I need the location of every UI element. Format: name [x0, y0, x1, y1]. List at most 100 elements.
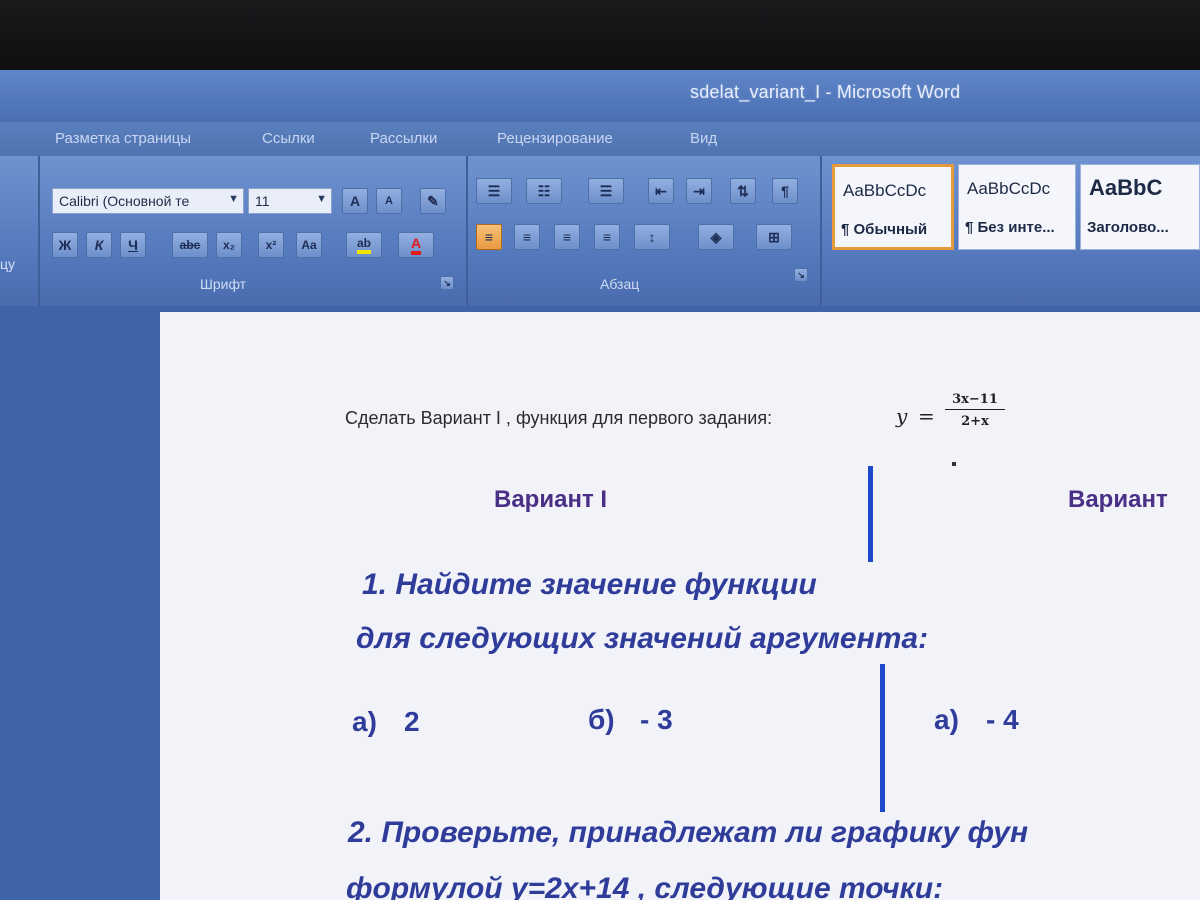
align-left-icon: ≡ — [484, 229, 494, 245]
numbering-icon: ☷ — [537, 182, 551, 199]
grow-font-icon: A — [349, 193, 361, 209]
font-name-value: Calibri (Основной те — [59, 193, 190, 209]
tab-view[interactable]: Вид — [690, 130, 717, 147]
multilevel-list-button[interactable]: ☰ — [588, 178, 624, 204]
strikethrough-button[interactable]: abc — [172, 232, 208, 258]
show-marks-button[interactable]: ¶ — [772, 178, 798, 204]
column-divider-top — [868, 466, 873, 562]
bold-icon: Ж — [58, 237, 72, 253]
decrease-indent-button[interactable]: ⇤ — [648, 178, 674, 204]
shading-button[interactable]: ◈ — [698, 224, 734, 250]
align-left-button[interactable]: ≡ — [476, 224, 502, 250]
tab-page-layout[interactable]: Разметка страницы — [55, 130, 191, 147]
pilcrow-icon: ¶ — [781, 183, 789, 199]
font-dialog-launcher[interactable]: ↘ — [440, 276, 454, 290]
paint-bucket-icon: ◈ — [710, 228, 722, 245]
ribbon-tabs: Разметка страницы Ссылки Рассылки Реценз… — [0, 122, 1200, 156]
increase-indent-button[interactable]: ⇥ — [686, 178, 712, 204]
answer-a-label: а) — [352, 706, 377, 737]
shrink-font-button[interactable]: A — [376, 188, 402, 214]
answer-c-label: а) — [934, 704, 959, 735]
style-normal[interactable]: AaBbCcDc ¶ Обычный — [832, 164, 954, 250]
style-heading-1[interactable]: AaBbC Заголово... — [1080, 164, 1200, 250]
decrease-indent-icon: ⇤ — [655, 182, 667, 199]
grow-font-button[interactable]: A — [342, 188, 368, 214]
group-separator — [820, 156, 822, 306]
answer-a-value: 2 — [404, 706, 420, 737]
style-sample: AaBbCcDc — [843, 181, 927, 200]
italic-button[interactable]: К — [86, 232, 112, 258]
bullets-button[interactable]: ☰ — [476, 178, 512, 204]
strikethrough-icon: abc — [179, 238, 201, 252]
change-case-button[interactable]: Aa — [296, 232, 322, 258]
group-separator — [466, 156, 468, 306]
underline-button[interactable]: Ч — [120, 232, 146, 258]
highlight-color-button[interactable]: ab — [346, 232, 382, 258]
task1-line1: 1. Найдите значение функции — [362, 568, 817, 601]
font-color-icon: A — [410, 235, 422, 255]
chevron-down-icon: ▼ — [316, 193, 327, 205]
line-spacing-icon: ↕ — [648, 229, 656, 245]
intro-text: Сделать Вариант I , функция для первого … — [345, 408, 773, 428]
subscript-button[interactable]: x₂ — [216, 232, 242, 258]
bold-button[interactable]: Ж — [52, 232, 78, 258]
justify-icon: ≡ — [602, 229, 612, 245]
superscript-button[interactable]: x² — [258, 232, 284, 258]
numbering-button[interactable]: ☷ — [526, 178, 562, 204]
ribbon: цу Calibri (Основной те ▼ 11 ▼ A A ✎ Ж К… — [0, 156, 1200, 306]
eraser-icon: ✎ — [427, 192, 439, 209]
font-group-label: Шрифт — [200, 276, 247, 292]
sort-icon: ⇅ — [737, 182, 749, 199]
dialog-launcher-icon: ↘ — [797, 269, 805, 280]
style-name: Заголово... — [1087, 219, 1169, 236]
dialog-launcher-icon: ↘ — [443, 277, 451, 288]
change-case-icon: Aa — [301, 238, 317, 252]
highlighter-icon: ab — [356, 236, 371, 254]
align-center-icon: ≡ — [522, 229, 532, 245]
align-right-button[interactable]: ≡ — [554, 224, 580, 250]
sort-button[interactable]: ⇅ — [730, 178, 756, 204]
justify-button[interactable]: ≡ — [594, 224, 620, 250]
clear-formatting-button[interactable]: ✎ — [420, 188, 446, 214]
variant-1-heading: Вариант I — [494, 486, 608, 513]
font-name-combo[interactable]: Calibri (Основной те ▼ — [52, 188, 244, 214]
chevron-down-icon: ▼ — [228, 193, 239, 205]
formula-fraction: 3x−11 2+x — [945, 392, 1005, 429]
font-color-button[interactable]: A — [398, 232, 434, 258]
style-sample: AaBbC — [1089, 175, 1163, 200]
task2-line1: 2. Проверьте, принадлежат ли графику фун — [348, 816, 1029, 849]
style-sample: AaBbCcDc — [967, 179, 1051, 198]
paragraph-group-label: Абзац — [600, 276, 640, 292]
borders-icon: ⊞ — [768, 228, 780, 245]
column-divider-bottom — [880, 664, 885, 812]
tab-mailings[interactable]: Рассылки — [370, 130, 437, 147]
style-name: ¶ Обычный — [841, 221, 928, 238]
style-no-spacing[interactable]: AaBbCcDc ¶ Без инте... — [958, 164, 1076, 250]
style-name: ¶ Без инте... — [965, 219, 1055, 236]
bullets-icon: ☰ — [487, 182, 501, 199]
formula-numerator: 3x−11 — [945, 392, 1005, 410]
font-size-combo[interactable]: 11 ▼ — [248, 188, 332, 214]
underline-icon: Ч — [128, 237, 138, 253]
increase-indent-icon: ⇥ — [693, 182, 705, 199]
paragraph-dialog-launcher[interactable]: ↘ — [794, 268, 808, 282]
borders-button[interactable]: ⊞ — [756, 224, 792, 250]
shrink-font-icon: A — [385, 195, 393, 207]
answer-c-value: - 4 — [986, 704, 1019, 735]
document-page[interactable] — [160, 312, 1200, 900]
formula-denominator: 2+x — [961, 414, 989, 429]
align-center-button[interactable]: ≡ — [514, 224, 540, 250]
line-spacing-button[interactable]: ↕ — [634, 224, 670, 250]
formula-lhs: y — [896, 404, 908, 428]
subscript-icon: x₂ — [222, 238, 235, 252]
tab-references[interactable]: Ссылки — [262, 130, 315, 147]
group-separator — [38, 156, 40, 306]
task1-line2: для следующих значений аргумента: — [356, 622, 929, 655]
answer-b-value: - 3 — [640, 704, 673, 735]
superscript-icon: x² — [265, 238, 277, 252]
tab-review[interactable]: Рецензирование — [497, 130, 613, 147]
multilevel-list-icon: ☰ — [599, 182, 613, 199]
italic-icon: К — [94, 237, 104, 253]
task2-line2: формулой y=2x+14 , следующие точки: — [346, 872, 944, 900]
clipboard-group-fragment: цу — [0, 256, 16, 272]
